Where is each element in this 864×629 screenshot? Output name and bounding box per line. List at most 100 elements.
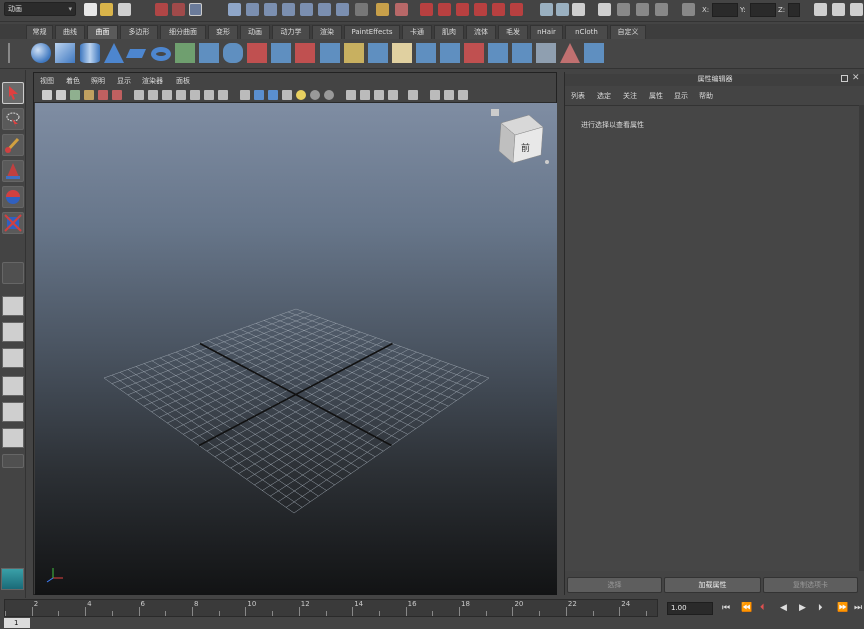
- panel-menu-lighting[interactable]: 照明: [91, 76, 105, 86]
- perspective-viewport[interactable]: 前 persp: [35, 103, 557, 620]
- step-forward-frame-icon[interactable]: ⏩: [837, 603, 848, 613]
- tab-nhair[interactable]: nHair: [530, 25, 563, 39]
- tab-fur[interactable]: 毛发: [498, 25, 528, 39]
- safe-title-icon[interactable]: [218, 90, 228, 100]
- hypershade-icon[interactable]: [474, 3, 487, 16]
- nurbs-sphere-icon[interactable]: [31, 43, 51, 63]
- paint-select-tool-icon[interactable]: [2, 134, 24, 156]
- go-to-end-icon[interactable]: ⏭: [854, 603, 862, 613]
- shelf-menu-icon[interactable]: [8, 43, 18, 63]
- image-plane-icon[interactable]: [84, 90, 94, 100]
- rotate-tool-icon[interactable]: [2, 186, 24, 208]
- nurbs-torus-icon[interactable]: [151, 47, 171, 61]
- snap-grid-icon[interactable]: [228, 3, 241, 16]
- attribute-editor-toggle-icon[interactable]: [572, 3, 585, 16]
- camera-attributes-icon[interactable]: [56, 90, 66, 100]
- tab-animation[interactable]: 动画: [240, 25, 270, 39]
- attach-icon[interactable]: [464, 43, 484, 63]
- panel-menu-shading[interactable]: 着色: [66, 76, 80, 86]
- insert-isoparm-icon[interactable]: [560, 43, 580, 63]
- tab-ncloth[interactable]: nCloth: [565, 25, 608, 39]
- shadows-icon[interactable]: [310, 90, 320, 100]
- hypershade-layout-icon[interactable]: [2, 402, 24, 422]
- tab-toon[interactable]: 卡通: [402, 25, 432, 39]
- new-scene-icon[interactable]: [84, 3, 97, 16]
- boundary-icon[interactable]: [295, 43, 315, 63]
- lock-icon[interactable]: [376, 3, 389, 16]
- square-surface-icon[interactable]: [320, 43, 340, 63]
- loft-icon[interactable]: [199, 43, 219, 63]
- lasso-tool-icon[interactable]: [2, 108, 24, 130]
- snap-view-icon[interactable]: [318, 3, 331, 16]
- panel-menu-renderer[interactable]: 渲染器: [142, 76, 163, 86]
- detach-icon[interactable]: [488, 43, 508, 63]
- tab-curves[interactable]: 曲线: [55, 25, 85, 39]
- birail-icon[interactable]: [271, 43, 291, 63]
- scale-mode-icon[interactable]: [655, 3, 668, 16]
- tab-polygons[interactable]: 多边形: [120, 25, 158, 39]
- wireframe-icon[interactable]: [240, 90, 250, 100]
- nurbs-cube-icon[interactable]: [55, 43, 75, 63]
- panel-share-icon[interactable]: [458, 90, 468, 100]
- xray-joints-icon[interactable]: [374, 90, 384, 100]
- transform-field-icon[interactable]: [682, 3, 695, 16]
- current-time-field[interactable]: 1.00: [667, 602, 713, 615]
- grid-toggle-icon[interactable]: [134, 90, 144, 100]
- tab-general[interactable]: 常规: [26, 25, 53, 39]
- isolate-select-icon[interactable]: [346, 90, 356, 100]
- hide-ui-icon[interactable]: [832, 3, 845, 16]
- persp-outliner-layout-icon[interactable]: [2, 348, 24, 368]
- select-camera-icon[interactable]: [42, 90, 52, 100]
- persp-graph-layout-icon[interactable]: [2, 376, 24, 396]
- ambient-occlusion-icon[interactable]: [324, 90, 334, 100]
- use-all-lights-icon[interactable]: [296, 90, 306, 100]
- panel-menu-show[interactable]: 显示: [117, 76, 131, 86]
- nurbs-cone-icon[interactable]: [104, 43, 124, 63]
- nurbs-cylinder-icon[interactable]: [80, 43, 100, 63]
- select-hierarchy-icon[interactable]: [155, 3, 168, 16]
- time-ruler[interactable]: 2 4 6 8 10 12 14 16 18 20 22 24: [4, 599, 658, 617]
- help-icon[interactable]: [355, 3, 368, 16]
- step-back-key-icon[interactable]: ⏴: [760, 603, 765, 613]
- attr-menu-attributes[interactable]: 属性: [649, 91, 663, 101]
- render-current-icon[interactable]: [420, 3, 433, 16]
- x-field[interactable]: [712, 3, 738, 17]
- home-icon[interactable]: [491, 109, 499, 116]
- tab-custom[interactable]: 自定义: [610, 25, 646, 39]
- snap-live-icon[interactable]: [336, 3, 349, 16]
- smooth-shade-icon[interactable]: [254, 90, 264, 100]
- mode-select[interactable]: 动画 ▾: [4, 2, 76, 16]
- layout-more-icon[interactable]: [2, 454, 24, 468]
- channel-box-icon[interactable]: [850, 3, 863, 16]
- grease-pencil-icon[interactable]: [112, 90, 122, 100]
- untrim-icon[interactable]: [440, 43, 460, 63]
- last-tool-slot[interactable]: [2, 262, 24, 284]
- save-scene-icon[interactable]: [118, 3, 131, 16]
- float-panel-icon[interactable]: [841, 75, 848, 82]
- 2d-pan-zoom-icon[interactable]: [98, 90, 108, 100]
- attribute-editor-scrollbar[interactable]: [859, 105, 864, 571]
- extrude-icon[interactable]: [247, 43, 267, 63]
- open-close-icon[interactable]: [536, 43, 556, 63]
- attr-menu-list[interactable]: 列表: [571, 91, 585, 101]
- open-scene-icon[interactable]: [100, 3, 113, 16]
- bookmarks-icon[interactable]: [70, 90, 80, 100]
- panel-menu-view[interactable]: 视图: [40, 76, 54, 86]
- resolution-gate-icon[interactable]: [162, 90, 172, 100]
- panel-layout-four-icon[interactable]: [444, 90, 454, 100]
- attr-menu-selected[interactable]: 选定: [597, 91, 611, 101]
- view-cube[interactable]: 前: [498, 114, 544, 164]
- go-to-start-icon[interactable]: ⏮: [722, 603, 730, 613]
- step-forward-key-icon[interactable]: ⏵: [818, 603, 823, 613]
- move-tool-icon[interactable]: [2, 160, 24, 182]
- tab-painteffects[interactable]: PaintEffects: [344, 25, 400, 39]
- render-view-icon[interactable]: [492, 3, 505, 16]
- tab-surfaces[interactable]: 曲面: [87, 25, 118, 39]
- close-icon[interactable]: ✕: [852, 73, 860, 83]
- layer-editor-toggle-icon[interactable]: [556, 3, 569, 16]
- tab-muscle[interactable]: 肌肉: [434, 25, 464, 39]
- align-icon[interactable]: [512, 43, 532, 63]
- snap-curve-icon[interactable]: [246, 3, 259, 16]
- step-back-frame-icon[interactable]: ⏪: [741, 603, 752, 613]
- select-tool-icon[interactable]: [2, 82, 24, 104]
